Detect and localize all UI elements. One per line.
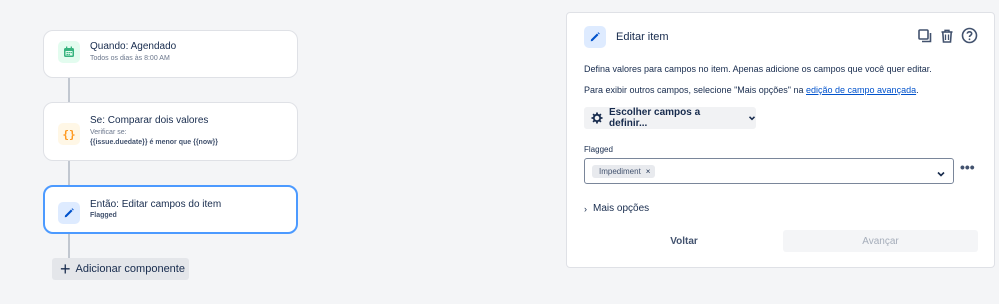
plus-icon: + — [60, 259, 71, 279]
next-button[interactable]: Avançar — [783, 230, 978, 252]
hint-prefix: Para exibir outros campos, selecione "Ma… — [584, 85, 806, 95]
flow-connector — [68, 78, 70, 102]
advanced-edit-link[interactable]: edição de campo avançada — [806, 85, 916, 95]
trigger-card[interactable]: Quando: Agendado Todos os dias às 8:00 A… — [43, 30, 298, 78]
condition-title: Se: Comparar dois valores — [90, 115, 209, 126]
add-component-button[interactable]: + Adicionar componente — [52, 258, 189, 280]
add-component-label: Adicionar componente — [75, 263, 185, 275]
calendar-icon — [58, 41, 80, 63]
remove-tag-icon[interactable]: × — [646, 167, 651, 176]
chevron-down-icon — [936, 166, 946, 184]
trigger-subtitle: Todos os dias às 8:00 AM — [90, 55, 170, 62]
panel-title: Editar item — [616, 31, 669, 43]
gear-icon — [591, 112, 603, 124]
flagged-select[interactable]: Impediment × — [584, 158, 954, 184]
choose-fields-label: Escolher campos a definir... — [609, 107, 701, 129]
action-subtitle: Flagged — [90, 212, 117, 219]
chevron-down-icon — [748, 114, 756, 122]
more-options-toggle[interactable]: › Mais opções — [584, 203, 649, 214]
rule-flow: Quando: Agendado Todos os dias às 8:00 A… — [0, 0, 340, 304]
more-options-label: Mais opções — [593, 203, 650, 214]
choose-fields-button[interactable]: Escolher campos a definir... — [584, 107, 756, 129]
condition-card[interactable]: {} Se: Comparar dois valores Verificar s… — [43, 102, 298, 161]
panel-actions — [917, 27, 978, 49]
condition-subtitle: Verificar se: — [90, 129, 127, 136]
pencil-icon — [58, 202, 80, 224]
more-actions-icon[interactable]: ••• — [960, 160, 975, 174]
flow-connector — [68, 161, 70, 185]
selected-tag: Impediment × — [592, 164, 656, 178]
trash-icon[interactable] — [939, 28, 955, 49]
action-title: Então: Editar campos do item — [90, 199, 222, 210]
duplicate-icon[interactable] — [917, 28, 933, 49]
chevron-right-icon: › — [584, 203, 587, 214]
braces-icon: {} — [58, 123, 80, 145]
trigger-title: Quando: Agendado — [90, 41, 177, 52]
hint-suffix: . — [916, 85, 919, 95]
panel-header: Editar item — [584, 26, 669, 48]
panel-description: Defina valores para campos no item. Apen… — [584, 64, 932, 74]
pencil-icon — [584, 26, 606, 48]
condition-detail: {{issue.duedate}} é menor que {{now}} — [90, 139, 218, 146]
selected-tag-label: Impediment — [599, 166, 641, 176]
help-icon[interactable] — [961, 27, 978, 49]
action-card[interactable]: Então: Editar campos do item Flagged — [43, 185, 298, 234]
panel-hint: Para exibir outros campos, selecione "Ma… — [584, 85, 919, 95]
edit-item-panel: Editar item Defina valores para campos n… — [566, 12, 995, 268]
back-button[interactable]: Voltar — [586, 230, 782, 252]
flow-connector — [68, 234, 70, 258]
flagged-field-label: Flagged — [584, 145, 613, 154]
